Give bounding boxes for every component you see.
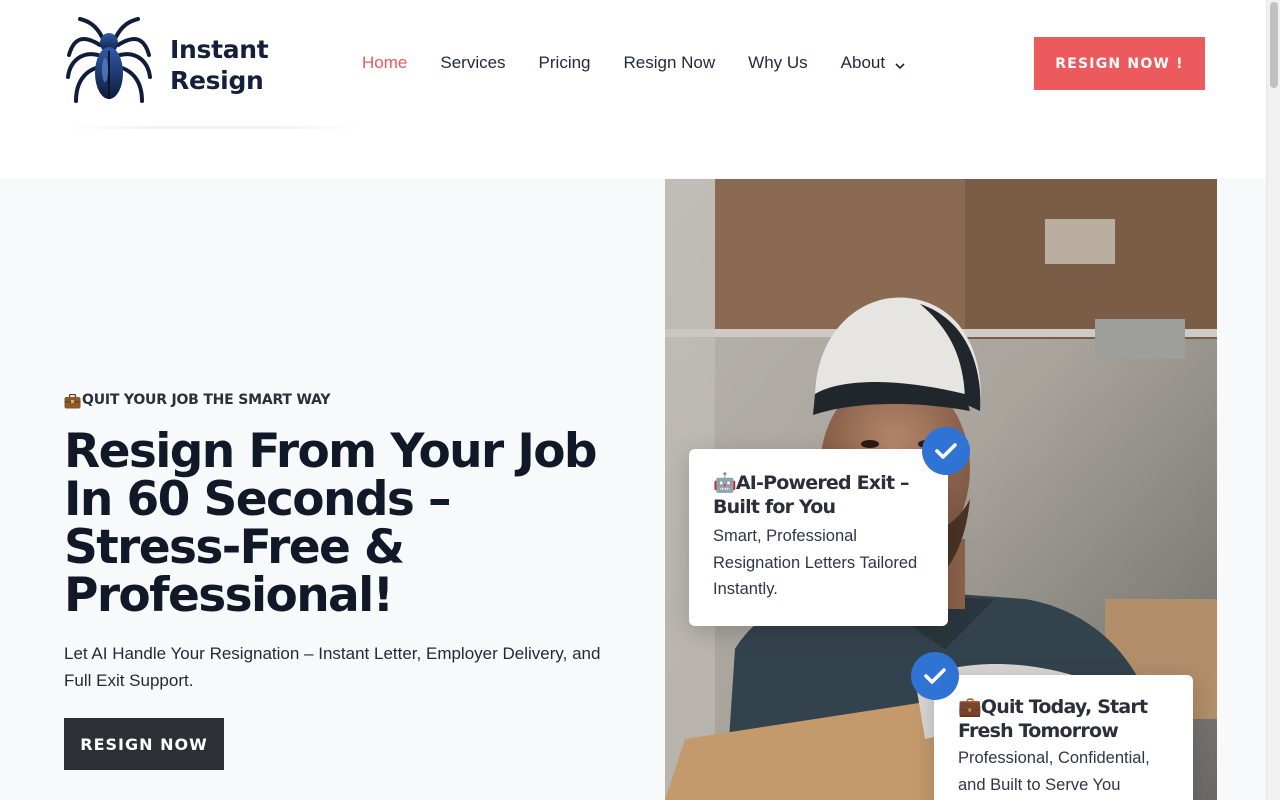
chevron-down-icon [894,57,906,70]
hero-eyebrow: QUIT YOUR JOB THE SMART WAY [64,392,330,408]
brand-name[interactable]: Instant Resign [170,34,269,96]
nav-item-about[interactable]: About [841,52,906,74]
briefcase-icon [64,393,81,409]
nav-item-home[interactable]: Home [362,52,407,74]
resign-now-hero-button[interactable]: RESIGN NOW [64,718,224,770]
resign-now-header-button[interactable]: RESIGN NOW ! [1034,37,1205,90]
feature-card-title: 🤖AI-Powered Exit – Built for You [713,471,928,519]
nav-item-resign-now[interactable]: Resign Now [624,52,716,74]
briefcase-icon: 💼 [958,696,982,718]
feature-card-title: 💼Quit Today, Start Fresh Tomorrow [958,695,1173,743]
checkmark-icon [911,652,959,700]
robot-icon: 🤖 [713,472,737,494]
feature-card-ai-exit: 🤖AI-Powered Exit – Built for You Smart, … [689,449,948,626]
hero-eyebrow-text: QUIT YOUR JOB THE SMART WAY [82,392,331,408]
site-header: Instant Resign Home Services Pricing Res… [0,0,1266,178]
hero-subtext: Let AI Handle Your Resignation – Instant… [64,644,601,690]
page-scrollbar[interactable] [1266,0,1280,800]
header-divider [64,126,364,129]
brand-line-2: Resign [170,66,264,95]
hero-headline: Resign From Your Job In 60 Seconds – Str… [64,424,598,623]
main-nav: Home Services Pricing Resign Now Why Us … [362,52,939,74]
nav-item-why-us[interactable]: Why Us [748,52,808,74]
nav-item-services[interactable]: Services [440,52,505,74]
nav-item-about-label: About [840,53,886,72]
feature-card-quit-today: 💼Quit Today, Start Fresh Tomorrow Profes… [934,675,1193,800]
spider-logo-icon[interactable] [64,15,154,107]
checkmark-icon [922,427,970,475]
feature-card-text: Smart, Professional Resignation Letters … [713,527,918,598]
feature-card-title-text: AI-Powered Exit – Built for You [713,472,910,518]
brand-line-1: Instant [170,35,269,64]
scrollbar-thumb[interactable] [1270,2,1278,88]
nav-item-pricing[interactable]: Pricing [539,52,591,74]
feature-card-text: Professional, Confidential, and Built to… [958,749,1150,794]
feature-card-title-text: Quit Today, Start Fresh Tomorrow [958,696,1148,742]
